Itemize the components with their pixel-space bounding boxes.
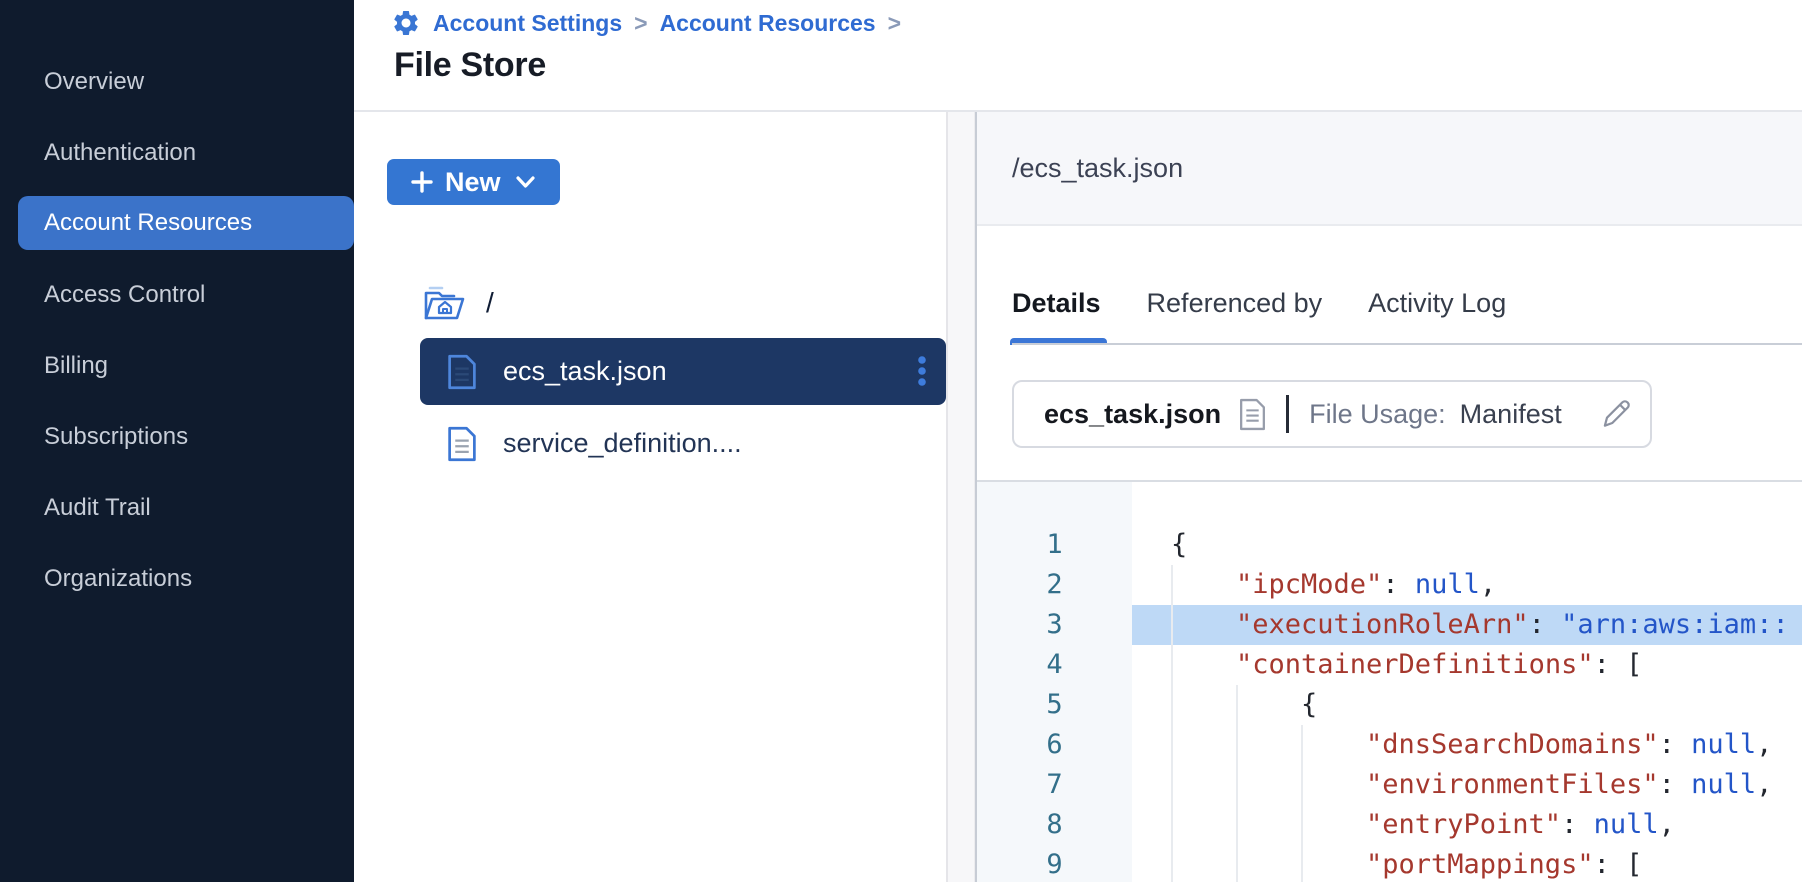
code-line-1: 1{ xyxy=(977,525,1802,565)
code-viewer: 1{2"ipcMode": null,3"executionRoleArn": … xyxy=(977,480,1802,882)
code-line-6: 6"dnsSearchDomains": null, xyxy=(977,725,1802,765)
code-line-9: 9"portMappings": [ xyxy=(977,845,1802,882)
tree-root-folder[interactable]: / xyxy=(422,280,494,326)
card-file-name: ecs_task.json xyxy=(1044,399,1221,430)
root-folder-label: / xyxy=(486,287,494,319)
app-window: OverviewAuthenticationAccount ResourcesA… xyxy=(0,0,1802,882)
indent-guide xyxy=(1171,805,1236,845)
sidebar-item-billing[interactable]: Billing xyxy=(0,330,354,401)
file-name: service_definition.... xyxy=(503,428,742,459)
kebab-menu-icon[interactable] xyxy=(916,354,928,390)
code-lines: 1{2"ipcMode": null,3"executionRoleArn": … xyxy=(977,525,1802,882)
line-number: 4 xyxy=(977,645,1132,685)
new-button-label: New xyxy=(445,167,501,198)
code-line-5: 5{ xyxy=(977,685,1802,725)
sidebar-item-organizations[interactable]: Organizations xyxy=(0,543,354,614)
sidebar-item-access-control[interactable]: Access Control xyxy=(0,259,354,330)
line-number: 2 xyxy=(977,565,1132,605)
indent-guide xyxy=(1171,645,1236,685)
indent-guide xyxy=(1171,605,1236,645)
indent-guide xyxy=(1301,725,1366,765)
chevron-down-icon xyxy=(515,175,536,189)
code-text: "environmentFiles": null, xyxy=(1132,765,1802,805)
tab-label: Activity Log xyxy=(1368,288,1506,319)
sidebar-item-authentication[interactable]: Authentication xyxy=(0,117,354,188)
indent-guide xyxy=(1171,765,1236,805)
breadcrumb-account-settings[interactable]: Account Settings xyxy=(433,10,622,37)
indent-guide xyxy=(1171,685,1236,725)
indent-guide xyxy=(1171,725,1236,765)
new-file-button[interactable]: New xyxy=(387,159,560,205)
code-line-3: 3"executionRoleArn": "arn:aws:iam:: xyxy=(977,605,1802,645)
tabs-divider xyxy=(1012,343,1802,345)
indent-guide xyxy=(1236,805,1301,845)
tab-label: Referenced by xyxy=(1147,288,1323,319)
breadcrumb-account-resources[interactable]: Account Resources xyxy=(660,10,876,37)
indent-guide xyxy=(1171,565,1236,605)
file-icon xyxy=(447,426,477,462)
tab-label: Details xyxy=(1012,288,1101,319)
indent-guide xyxy=(1236,725,1301,765)
code-text: "dnsSearchDomains": null, xyxy=(1132,725,1802,765)
line-number: 8 xyxy=(977,805,1132,845)
code-line-8: 8"entryPoint": null, xyxy=(977,805,1802,845)
sidebar-item-audit-trail[interactable]: Audit Trail xyxy=(0,472,354,543)
file-usage-value: Manifest xyxy=(1460,399,1562,430)
code-text: { xyxy=(1132,525,1802,565)
file-icon xyxy=(447,354,477,390)
line-number: 7 xyxy=(977,765,1132,805)
line-number: 9 xyxy=(977,845,1132,882)
file-usage-label: File Usage: xyxy=(1309,399,1446,430)
page-title: File Store xyxy=(394,46,546,85)
indent-guide xyxy=(1236,685,1301,725)
edit-pencil-icon[interactable] xyxy=(1598,396,1634,432)
vertical-divider xyxy=(1286,395,1289,433)
line-number: 5 xyxy=(977,685,1132,725)
document-icon[interactable] xyxy=(1239,398,1266,431)
root-folder-home-icon xyxy=(422,282,466,324)
tab-details[interactable]: Details xyxy=(1012,262,1101,345)
line-number: 6 xyxy=(977,725,1132,765)
gear-icon xyxy=(391,8,421,38)
file-store-panel: New / xyxy=(354,112,946,882)
code-text: { xyxy=(1132,685,1802,725)
code-line-2: 2"ipcMode": null, xyxy=(977,565,1802,605)
code-line-7: 7"environmentFiles": null, xyxy=(977,765,1802,805)
tab-referenced-by[interactable]: Referenced by xyxy=(1147,262,1323,345)
breadcrumb-separator: > xyxy=(888,10,901,37)
line-number: 3 xyxy=(977,605,1132,645)
tab-activity-log[interactable]: Activity Log xyxy=(1368,262,1506,345)
code-text: "ipcMode": null, xyxy=(1132,565,1802,605)
indent-guide xyxy=(1171,845,1236,882)
code-line-4: 4"containerDefinitions": [ xyxy=(977,645,1802,685)
page-header: Account Settings > Account Resources > F… xyxy=(354,0,1802,112)
sidebar-item-account-resources[interactable]: Account Resources xyxy=(18,196,354,250)
file-path: /ecs_task.json xyxy=(1012,153,1183,184)
breadcrumb-separator: > xyxy=(634,10,647,37)
indent-guide xyxy=(1236,765,1301,805)
file-name: ecs_task.json xyxy=(503,356,667,387)
detail-tabs: Details Referenced by Activity Log xyxy=(1012,262,1506,345)
code-text: "containerDefinitions": [ xyxy=(1132,645,1802,685)
sidebar-item-overview[interactable]: Overview xyxy=(0,46,354,117)
line-number: 1 xyxy=(977,525,1132,565)
panel-scrollbar-track xyxy=(946,112,975,882)
breadcrumb: Account Settings > Account Resources > xyxy=(391,8,901,38)
code-text: "portMappings": [ xyxy=(1132,845,1802,882)
file-detail-panel: /ecs_task.json Details Referenced by Activ… xyxy=(975,112,1802,882)
indent-guide xyxy=(1236,845,1301,882)
indent-guide xyxy=(1301,765,1366,805)
file-usage-card: ecs_task.json File Usage: Manifest xyxy=(1012,380,1652,448)
indent-guide xyxy=(1301,845,1366,882)
code-text: "entryPoint": null, xyxy=(1132,805,1802,845)
sidebar-item-subscriptions[interactable]: Subscriptions xyxy=(0,401,354,472)
code-text: "executionRoleArn": "arn:aws:iam:: xyxy=(1132,605,1802,645)
file-row-selected[interactable]: ecs_task.json xyxy=(420,338,946,405)
plus-icon xyxy=(411,171,433,193)
indent-guide xyxy=(1301,805,1366,845)
file-row[interactable]: service_definition.... xyxy=(420,410,946,477)
settings-sidebar: OverviewAuthentication Account Resources A… xyxy=(0,0,354,882)
file-path-bar: /ecs_task.json xyxy=(977,112,1802,226)
